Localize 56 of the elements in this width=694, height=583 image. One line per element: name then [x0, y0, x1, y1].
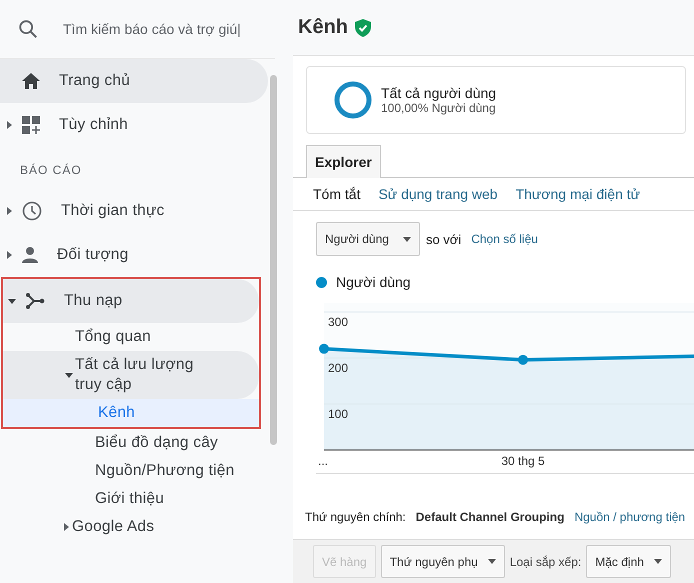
caret-icon[interactable] — [65, 371, 73, 379]
nav-item[interactable]: Tùy chỉnh — [0, 103, 268, 147]
dropdown-caret-icon — [654, 559, 662, 564]
data-point[interactable] — [518, 354, 528, 365]
scrollbar[interactable] — [270, 75, 277, 445]
dropdown-caret-icon — [402, 236, 411, 242]
current-dimension: Default Channel Grouping — [416, 510, 564, 524]
segment-detail: 100,00% Người dùng — [381, 101, 496, 115]
nav-item[interactable]: Tất cả lưu lượng truy cập — [3, 351, 259, 399]
axis-label: ... — [318, 454, 328, 468]
caret-icon[interactable] — [5, 251, 13, 259]
secondary-dimension-dropdown[interactable]: Thứ nguyên phụ — [380, 545, 505, 578]
dropdown-caret-icon — [488, 559, 496, 564]
nav-item[interactable]: Google Ads — [0, 513, 268, 541]
axis-label: 30 thg 5 — [501, 454, 545, 468]
nav-item[interactable]: Kênh — [3, 399, 259, 427]
choose-metric-link[interactable]: Chọn số liệu — [471, 232, 538, 246]
nav-item[interactable]: Nguồn/Phương tiện — [0, 457, 268, 485]
dimension-link[interactable]: Nguồn / phương tiện — [574, 510, 686, 524]
search-field[interactable]: Tìm kiếm báo cáo và trợ giú| — [63, 21, 248, 37]
segment-card[interactable]: Tất cả người dùng 100,00% Người dùng — [306, 66, 686, 134]
tab[interactable]: Explorer — [306, 145, 381, 178]
dashboard-add-icon — [22, 116, 40, 134]
nav-item[interactable]: Giới thiệu — [0, 485, 268, 513]
caret-icon[interactable] — [5, 121, 13, 129]
caret-icon[interactable] — [8, 297, 16, 305]
nav-item[interactable]: Trang chủ — [0, 59, 268, 103]
axis-label: 100 — [328, 407, 348, 421]
nav-item[interactable]: Thời gian thực — [0, 189, 268, 233]
segment-name: Tất cả người dùng — [381, 85, 496, 101]
merge-icon — [25, 293, 45, 309]
nav-item[interactable]: Biểu đồ dạng cây — [0, 429, 268, 457]
sort-dropdown[interactable]: Mặc định — [586, 545, 671, 578]
nav-item[interactable]: Tổng quan — [3, 323, 259, 351]
subtab[interactable]: Tóm tắt — [313, 186, 360, 202]
clock-icon — [22, 201, 42, 221]
axis-label: 300 — [328, 315, 348, 329]
subtab[interactable]: Sử dụng trang web — [378, 186, 498, 202]
nav-item[interactable]: Thu nạp — [3, 279, 259, 323]
metric-dropdown[interactable]: Người dùng — [316, 222, 420, 256]
axis-label: 200 — [328, 361, 348, 375]
legend-label: Người dùng — [336, 274, 411, 290]
dimension-label: Thứ nguyên chính: — [305, 510, 406, 524]
nav-item[interactable]: Đối tượng — [0, 233, 268, 277]
segment-ring-icon — [334, 81, 372, 119]
caret-icon[interactable] — [5, 207, 13, 215]
section-header: BÁO CÁO — [19, 162, 83, 179]
person-icon — [22, 247, 38, 263]
compare-label: so với — [426, 232, 462, 246]
data-point[interactable] — [319, 344, 329, 354]
search-icon[interactable] — [17, 18, 39, 40]
caret-icon[interactable] — [62, 523, 70, 531]
home-icon — [22, 73, 40, 89]
sort-label: Loại sắp xếp: — [510, 554, 582, 568]
subtab[interactable]: Thương mại điện tử — [516, 186, 640, 202]
page-title: Kênh — [298, 16, 348, 39]
